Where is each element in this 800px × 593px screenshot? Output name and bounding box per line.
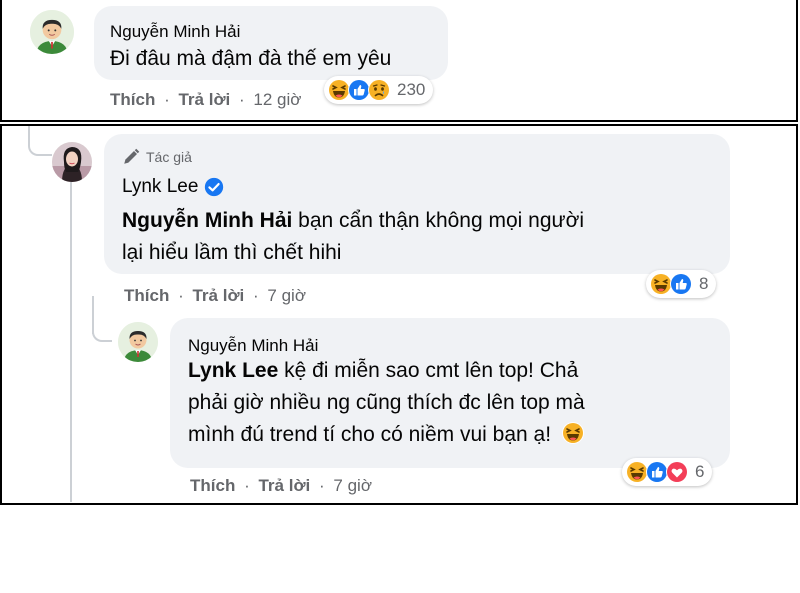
comment-author[interactable]: Lynk Lee <box>122 176 198 198</box>
comment-bubble: Tác giả Lynk Lee Nguyễn Minh Hải bạn cẩn… <box>104 134 730 274</box>
comment-text: Nguyễn Minh Hải bạn cẩn thận không mọi n… <box>122 206 584 236</box>
comment-text-line: bạn cẩn thận không mọi người <box>292 209 585 232</box>
reaction-summary[interactable]: 8 <box>646 270 717 298</box>
comment-text: mình đú trend tí cho có niềm vui bạn ạ! <box>188 420 585 450</box>
reaction-summary[interactable]: 230 <box>324 76 434 104</box>
comment-actions: Thích · Trả lời · 7 giờ <box>190 476 372 496</box>
like-button[interactable]: Thích <box>124 286 169 305</box>
like-button[interactable]: Thích <box>190 476 235 495</box>
reaction-count: 230 <box>397 80 426 99</box>
separator: · <box>244 476 250 495</box>
comment-actions: Thích · Trả lời · 12 giờ <box>110 90 301 110</box>
reaction-count: 8 <box>699 274 709 293</box>
reply-button[interactable]: Trả lời <box>192 286 244 305</box>
mention-link[interactable]: Nguyễn Minh Hải <box>122 209 292 232</box>
user-avatar-icon <box>30 10 74 54</box>
pencil-icon <box>124 148 140 164</box>
author-badge: Tác giả <box>122 148 192 166</box>
avatar[interactable] <box>118 322 158 362</box>
like-button[interactable]: Thích <box>110 90 155 109</box>
reaction-summary[interactable]: 6 <box>622 458 713 486</box>
avatar[interactable] <box>30 10 74 54</box>
timestamp[interactable]: 12 giờ <box>253 90 301 109</box>
comment-text-line: phải giờ nhiều ng cũng thích đc lên top … <box>188 391 585 414</box>
timestamp[interactable]: 7 giờ <box>267 286 306 305</box>
author-row: Lynk Lee <box>122 176 224 198</box>
reaction-count: 6 <box>695 462 705 481</box>
comment-text: Lynk Lee kệ đi miễn sao cmt lên top! Chả <box>188 356 578 386</box>
badge-label: Tác giả <box>146 149 192 165</box>
comment-bubble: Nguyễn Minh Hải Lynk Lee kệ đi miễn sao … <box>170 318 730 468</box>
comment-actions: Thích · Trả lời · 7 giờ <box>124 286 306 306</box>
comment-author[interactable]: Nguyễn Minh Hải <box>188 336 318 356</box>
avatar[interactable] <box>52 142 92 182</box>
sad-icon <box>367 78 391 102</box>
separator: · <box>253 286 259 305</box>
author-avatar-icon <box>52 142 92 182</box>
mention-link[interactable]: Lynk Lee <box>188 359 278 382</box>
timestamp[interactable]: 7 giờ <box>333 476 372 495</box>
top-comment-panel: Nguyễn Minh Hải Đi đâu mà đậm đà thế em … <box>0 0 798 122</box>
comment-text: Đi đâu mà đậm đà thế em yêu <box>110 47 392 70</box>
comment-author[interactable]: Nguyễn Minh Hải <box>110 22 240 42</box>
verified-badge-icon <box>205 177 224 197</box>
reply-button[interactable]: Trả lời <box>258 476 310 495</box>
separator: · <box>164 90 170 109</box>
thread-line <box>28 126 30 146</box>
comment-text-line: kệ đi miễn sao cmt lên top! Chả <box>278 359 579 382</box>
thread-line <box>70 172 72 502</box>
comment-text-line: lại hiểu lầm thì chết hihi <box>122 241 342 264</box>
love-icon <box>665 460 689 484</box>
separator: · <box>319 476 325 495</box>
comment-bubble: Nguyễn Minh Hải Đi đâu mà đậm đà thế em … <box>94 6 448 80</box>
reply-thread-panel: Tác giả Lynk Lee Nguyễn Minh Hải bạn cẩn… <box>0 124 798 505</box>
reply-button[interactable]: Trả lời <box>178 90 230 109</box>
comment-text-line: mình đú trend tí cho có niềm vui bạn ạ! <box>188 423 552 446</box>
user-avatar-icon <box>118 322 158 362</box>
thread-line <box>92 326 112 342</box>
like-icon <box>669 272 693 296</box>
separator: · <box>178 286 184 305</box>
thread-line <box>28 144 52 156</box>
separator: · <box>239 90 245 109</box>
haha-emoji-icon <box>561 421 585 445</box>
